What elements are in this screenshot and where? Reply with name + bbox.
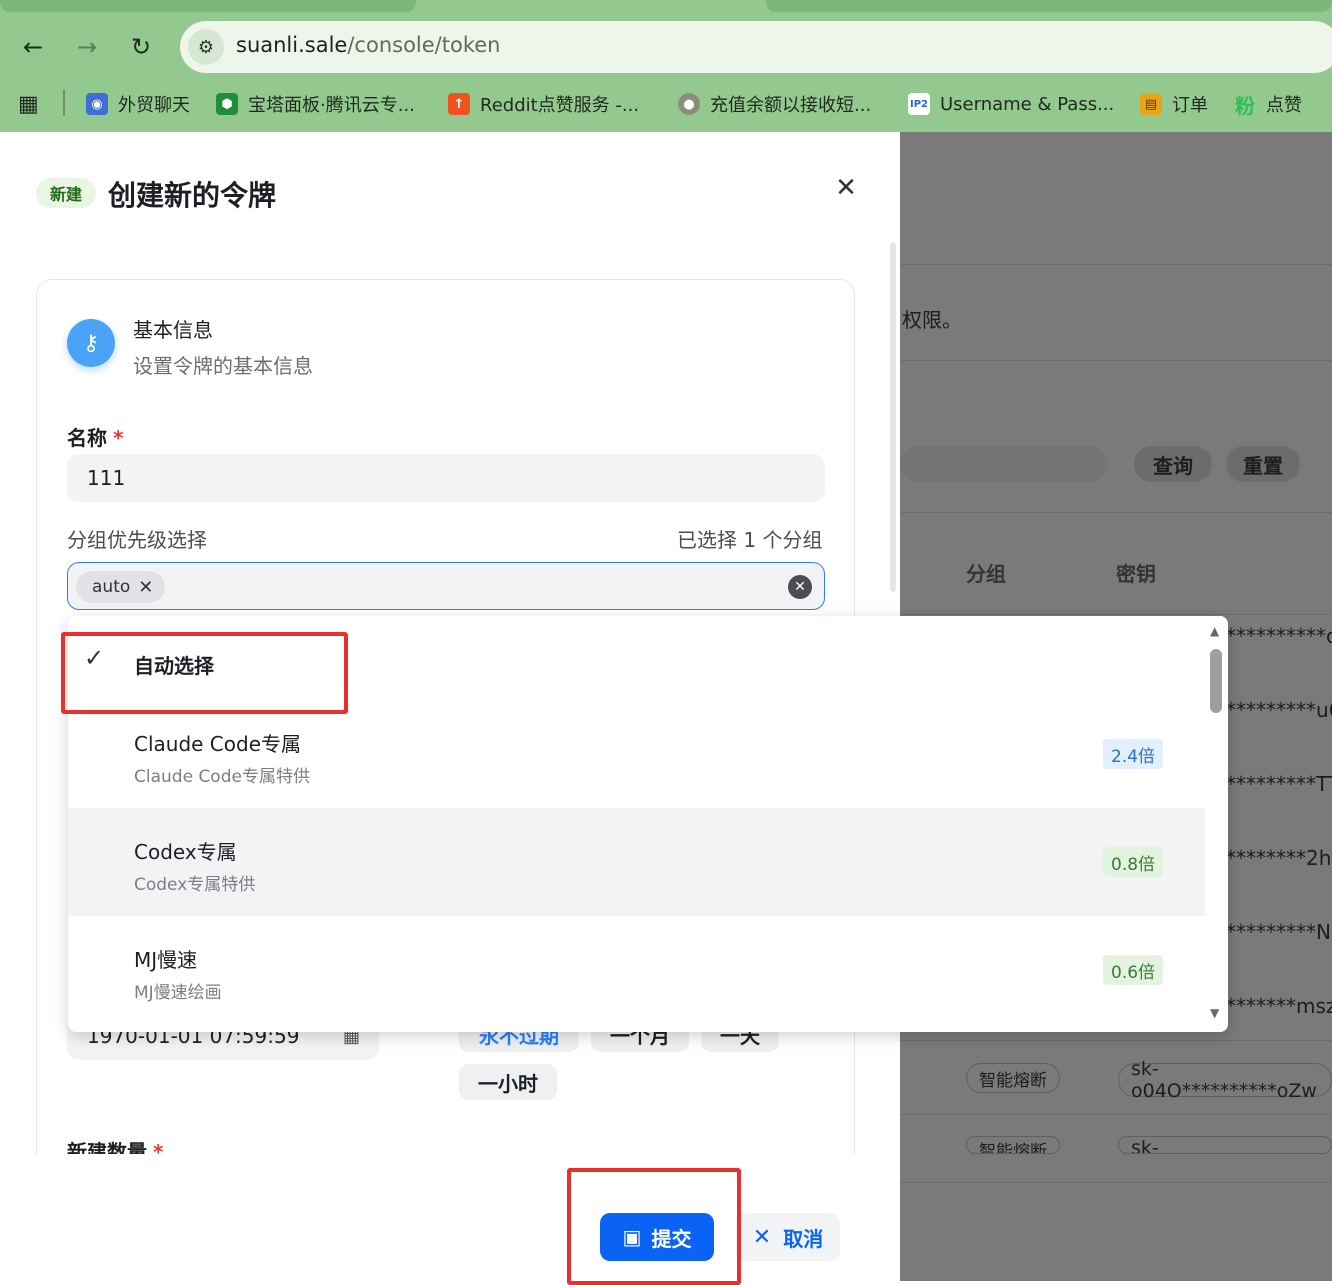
token-key: ********2h8 xyxy=(1226,846,1332,870)
option-description: Codex专属特供 xyxy=(134,875,256,895)
browser-tab[interactable] xyxy=(766,0,1332,12)
option-title: MJ慢速 xyxy=(134,948,198,972)
close-icon: ✕ xyxy=(752,1224,772,1250)
scroll-down-icon[interactable]: ▼ xyxy=(1210,1006,1219,1020)
token-key: *******mszV xyxy=(1226,994,1332,1018)
option-title: Codex专属 xyxy=(134,840,237,864)
bookmark-item[interactable]: ↑ Reddit点赞服务 -... xyxy=(448,90,639,118)
key-icon: ⚷ xyxy=(67,319,115,367)
section-subtitle: 设置令牌的基本信息 xyxy=(133,354,313,378)
selected-tag-auto: auto ✕ xyxy=(76,571,166,603)
divider xyxy=(900,1114,1332,1115)
bookmarks-divider xyxy=(63,90,65,116)
group-pill: 智能熔断 xyxy=(966,1136,1060,1154)
new-badge: 新建 xyxy=(36,178,96,208)
divider xyxy=(900,1182,1332,1183)
highlight-box-submit xyxy=(567,1168,741,1285)
fen-icon: 粉 xyxy=(1235,93,1255,118)
ratio-badge: 0.8倍 xyxy=(1103,847,1164,877)
option-description: Claude Code专属特供 xyxy=(134,767,310,787)
token-key: sk-RxnW**********nM xyxy=(1118,1136,1332,1154)
bookmark-item[interactable]: 粉点赞 xyxy=(1234,90,1302,118)
reset-button[interactable]: 重置 xyxy=(1226,446,1300,482)
shield-icon: ⬢ xyxy=(216,93,238,115)
close-icon[interactable]: ✕ xyxy=(830,172,862,204)
column-header-group: 分组 xyxy=(966,562,1006,586)
group-priority-label: 分组优先级选择 xyxy=(67,528,207,552)
orders-icon: ▤ xyxy=(1140,93,1162,115)
chat-bot-icon: ◉ xyxy=(86,93,108,115)
globe-icon: ● xyxy=(678,93,700,115)
cancel-button[interactable]: ✕ 取消 xyxy=(736,1213,840,1261)
sheet-title: 创建新的令牌 xyxy=(108,179,277,212)
token-key: **********oU xyxy=(1226,624,1332,648)
bookmark-item[interactable]: ⬢ 宝塔面板·腾讯云专... xyxy=(216,90,415,118)
query-button[interactable]: 查询 xyxy=(1134,446,1212,482)
dropdown-option-codex[interactable]: Codex专属 Codex专属特供 0.8倍 xyxy=(68,808,1205,916)
divider xyxy=(900,614,1332,615)
bookmark-item[interactable]: IP2 Username & Pass... xyxy=(908,90,1114,118)
scroll-up-icon[interactable]: ▲ xyxy=(1210,624,1219,638)
dropdown-option-mj-slow[interactable]: MJ慢速 MJ慢速绘画 0.6倍 xyxy=(68,916,1205,1024)
page-description-fragment: 权限。 xyxy=(902,308,962,332)
token-key: *********u6l xyxy=(1226,698,1332,722)
ip2-icon: IP2 xyxy=(908,93,930,115)
group-selected-count: 已选择 1 个分组 xyxy=(677,528,823,552)
token-key: *********NdX xyxy=(1226,920,1332,944)
remove-tag-icon[interactable]: ✕ xyxy=(138,577,153,598)
column-header-key: 密钥 xyxy=(1116,562,1156,586)
divider xyxy=(900,264,1332,265)
browser-tab[interactable] xyxy=(0,0,416,12)
ratio-badge: 2.4倍 xyxy=(1103,739,1164,769)
option-title: Claude Code专属 xyxy=(134,732,302,756)
bookmark-item[interactable]: ▤ 订单 xyxy=(1140,90,1208,118)
highlight-box-auto-option xyxy=(61,632,348,714)
browser-chrome: ← → ↻ ⚙ suanli.sale/console/token ▦ ◉ 外贸聊… xyxy=(0,0,1332,132)
dropdown-option-claude-code[interactable]: Claude Code专属 Claude Code专属特供 2.4倍 xyxy=(68,700,1205,808)
token-key[interactable]: sk-o04O**********oZw xyxy=(1118,1058,1332,1102)
token-key: *********TTy xyxy=(1226,772,1332,796)
reload-icon[interactable]: ↻ xyxy=(124,30,158,64)
back-icon[interactable]: ← xyxy=(16,30,50,64)
forward-icon[interactable]: → xyxy=(70,30,104,64)
divider xyxy=(900,1040,1332,1041)
one-hour-button[interactable]: 一小时 xyxy=(459,1064,557,1100)
group-pill: 智能熔断 xyxy=(966,1063,1060,1093)
section-title: 基本信息 xyxy=(133,318,213,342)
bookmark-item[interactable]: ● 充值余额以接收短... xyxy=(678,90,871,118)
group-multiselect[interactable]: auto ✕ ✕ xyxy=(67,562,825,610)
address-bar[interactable]: ⚙ suanli.sale/console/token xyxy=(180,21,1332,73)
bookmarks-bar: ▦ ◉ 外贸聊天 ⬢ 宝塔面板·腾讯云专... ↑ Reddit点赞服务 -... ●… xyxy=(0,84,1332,124)
divider xyxy=(900,360,1332,361)
divider xyxy=(900,512,1332,513)
ratio-badge: 0.6倍 xyxy=(1103,955,1164,985)
bookmark-item[interactable]: ◉ 外贸聊天 xyxy=(86,90,190,118)
option-description: MJ慢速绘画 xyxy=(134,983,222,1003)
apps-grid-icon[interactable]: ▦ xyxy=(18,90,39,118)
site-settings-icon[interactable]: ⚙ xyxy=(188,29,224,65)
sheet-scrollbar[interactable] xyxy=(890,242,896,592)
name-label: 名称 * xyxy=(67,426,124,450)
clear-selection-icon[interactable]: ✕ xyxy=(788,575,812,599)
upvote-icon: ↑ xyxy=(448,93,470,115)
url-text[interactable]: suanli.sale/console/token xyxy=(236,33,500,57)
name-input[interactable]: 111 xyxy=(67,454,825,502)
search-input[interactable] xyxy=(900,446,1108,482)
scrollbar-thumb[interactable] xyxy=(1210,649,1222,713)
